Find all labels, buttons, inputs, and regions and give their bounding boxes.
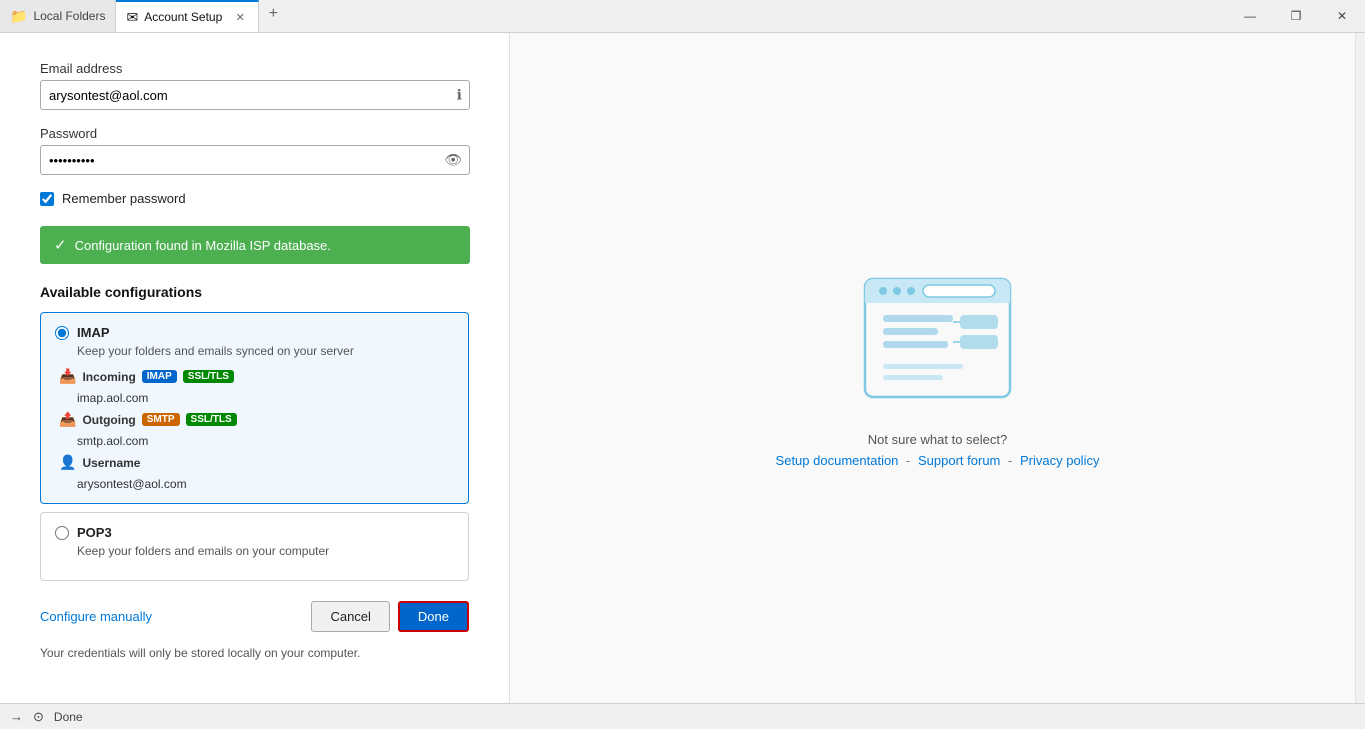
close-window-button[interactable]: ✕ <box>1319 0 1365 32</box>
imap-option[interactable]: IMAP Keep your folders and emails synced… <box>40 312 469 504</box>
right-panel: Not sure what to select? Setup documenta… <box>510 33 1365 703</box>
pop3-radio[interactable] <box>55 526 69 540</box>
incoming-label: Incoming <box>82 370 135 384</box>
separator1: - <box>906 453 910 468</box>
info-icon[interactable]: ℹ <box>457 87 462 104</box>
password-input[interactable] <box>40 145 470 175</box>
status-arrow-icon: → <box>10 709 23 724</box>
minimize-button[interactable]: — <box>1227 0 1273 32</box>
cancel-button[interactable]: Cancel <box>311 601 389 632</box>
not-sure-text: Not sure what to select? <box>868 432 1007 447</box>
privacy-policy-link[interactable]: Privacy policy <box>1020 453 1099 468</box>
imap-description: Keep your folders and emails synced on y… <box>77 344 454 358</box>
new-tab-button[interactable]: + <box>259 0 287 28</box>
tab-local-folders-label: Local Folders <box>33 9 105 23</box>
statusbar-label: Done <box>54 710 83 724</box>
remember-password-checkbox[interactable] <box>40 192 54 206</box>
tab-account-setup[interactable]: ✉ Account Setup ✕ <box>116 0 259 32</box>
password-group: Password 👁 <box>40 126 469 175</box>
ssl-tls-badge-outgoing: SSL/TLS <box>186 413 237 426</box>
button-row: Cancel Done <box>311 601 469 632</box>
folder-icon: 📁 <box>10 8 27 25</box>
incoming-icon: 📥 <box>59 368 76 385</box>
checkmark-icon: ✓ <box>54 236 67 254</box>
outgoing-server: smtp.aol.com <box>77 434 454 448</box>
username-row: 👤 Username <box>59 454 454 471</box>
email-icon: ✉ <box>126 9 138 26</box>
email-input[interactable] <box>40 80 470 110</box>
user-icon: 👤 <box>59 454 76 471</box>
outgoing-row: 📤 Outgoing SMTP SSL/TLS <box>59 411 454 428</box>
statusbar: → ⊙ Done <box>0 703 1365 729</box>
configure-manually-link[interactable]: Configure manually <box>40 609 152 624</box>
password-label: Password <box>40 126 469 141</box>
remember-password-label: Remember password <box>62 191 186 206</box>
outgoing-label: Outgoing <box>82 413 135 427</box>
pop3-label: POP3 <box>77 525 112 540</box>
password-input-wrapper: 👁 <box>40 145 470 175</box>
status-radio-icon: ⊙ <box>33 709 44 725</box>
email-group: Email address ℹ <box>40 61 469 110</box>
incoming-server: imap.aol.com <box>77 391 454 405</box>
main-container: Email address ℹ Password 👁 Remember pass… <box>0 33 1365 703</box>
show-password-icon[interactable]: 👁 <box>444 152 462 169</box>
tab-local-folders[interactable]: 📁 Local Folders <box>0 0 116 32</box>
titlebar: 📁 Local Folders ✉ Account Setup ✕ + — ❐ … <box>0 0 1365 33</box>
scrollbar[interactable] <box>1355 33 1365 703</box>
success-text: Configuration found in Mozilla ISP datab… <box>75 238 331 253</box>
tab-bar: 📁 Local Folders ✉ Account Setup ✕ + <box>0 0 1227 32</box>
window-controls: — ❐ ✕ <box>1227 0 1365 32</box>
outgoing-icon: 📤 <box>59 411 76 428</box>
close-tab-icon[interactable]: ✕ <box>232 9 248 25</box>
remember-password-row: Remember password <box>40 191 469 206</box>
done-button[interactable]: Done <box>398 601 469 632</box>
illustration <box>855 269 1020 412</box>
left-panel: Email address ℹ Password 👁 Remember pass… <box>0 33 510 703</box>
footer-note: Your credentials will only be stored loc… <box>40 646 469 660</box>
imap-header: IMAP <box>55 325 454 340</box>
configurations-title: Available configurations <box>40 284 469 300</box>
email-input-wrapper: ℹ <box>40 80 470 110</box>
email-label: Email address <box>40 61 469 76</box>
imap-radio[interactable] <box>55 326 69 340</box>
bottom-actions: Configure manually Cancel Done <box>40 601 469 632</box>
ssl-tls-badge-incoming: SSL/TLS <box>183 370 234 383</box>
help-links: Setup documentation - Support forum - Pr… <box>776 453 1100 468</box>
pop3-option[interactable]: POP3 Keep your folders and emails on you… <box>40 512 469 581</box>
smtp-badge: SMTP <box>142 413 180 426</box>
pop3-header: POP3 <box>55 525 454 540</box>
support-forum-link[interactable]: Support forum <box>918 453 1000 468</box>
tab-account-setup-label: Account Setup <box>144 10 222 24</box>
pop3-description: Keep your folders and emails on your com… <box>77 544 454 558</box>
incoming-row: 📥 Incoming IMAP SSL/TLS <box>59 368 454 385</box>
imap-badge: IMAP <box>142 370 177 383</box>
username-label: Username <box>82 456 140 470</box>
username-value: arysontest@aol.com <box>77 477 454 491</box>
setup-documentation-link[interactable]: Setup documentation <box>776 453 899 468</box>
separator2: - <box>1008 453 1012 468</box>
maximize-button[interactable]: ❐ <box>1273 0 1319 32</box>
success-banner: ✓ Configuration found in Mozilla ISP dat… <box>40 226 470 264</box>
imap-label: IMAP <box>77 325 110 340</box>
